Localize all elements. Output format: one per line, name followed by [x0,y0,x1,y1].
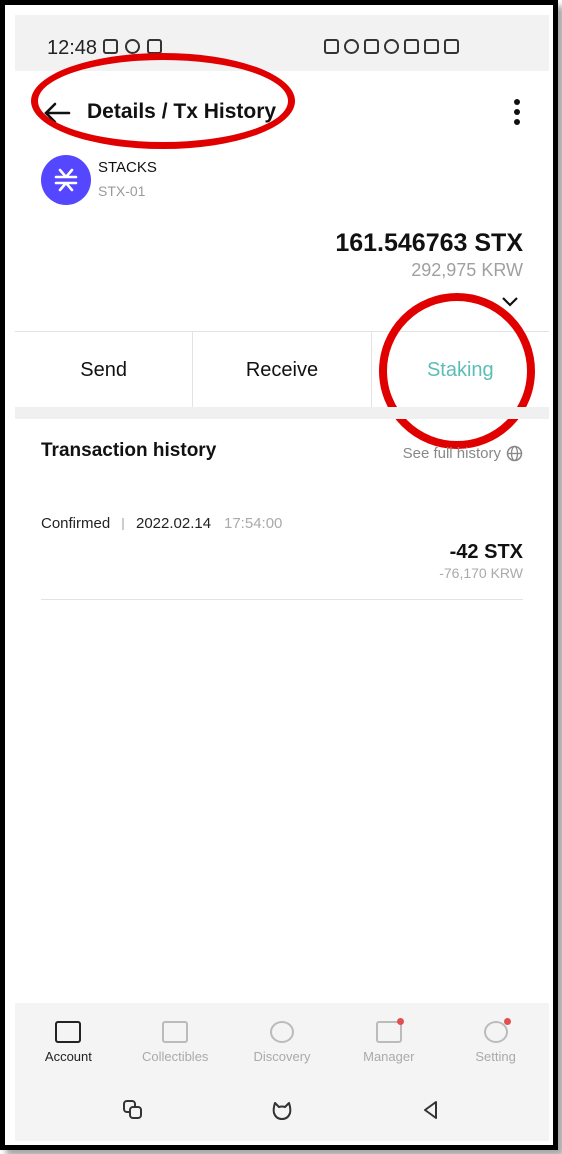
wallet-icon [55,1021,82,1043]
nav-account[interactable]: Account [15,1003,122,1081]
send-button[interactable]: Send [15,332,194,408]
home-icon[interactable] [271,1099,293,1121]
tx-status: Confirmed [41,515,111,532]
nav-manager[interactable]: Manager [335,1003,442,1081]
section-divider [15,407,549,419]
asset-balance: 161.546763 STX [335,229,523,257]
phone-screen: 12:48 Details / Tx History STACKS STX-01… [15,15,549,1141]
asset-symbol: STX-01 [98,183,146,199]
screenshot-frame: 12:48 Details / Tx History STACKS STX-01… [0,0,558,1150]
system-navigation-bar [15,1081,549,1141]
status-time: 12:48 [47,37,98,59]
signal-icon [424,39,439,54]
see-full-history-label: See full history [402,445,501,462]
transaction-row[interactable]: Confirmed 2022.02.14 17:54:00 -42 STX -7… [41,515,523,600]
nav-collectibles[interactable]: Collectibles [122,1003,229,1081]
annotation-circle-staking [379,293,535,449]
asset-fiat-value: 292,975 KRW [411,260,523,280]
globe-icon [506,445,523,462]
back-nav-icon[interactable] [420,1099,442,1121]
notification-icons [103,39,162,54]
notification-dot [397,1018,405,1025]
receive-button[interactable]: Receive [193,332,372,408]
stacks-logo-icon [41,155,91,205]
see-full-history-link[interactable]: See full history [403,445,523,462]
nav-account-label: Account [44,1049,92,1064]
battery-icon [444,39,459,54]
notification-dot [504,1018,512,1025]
nav-discovery[interactable]: Discovery [229,1003,336,1081]
hd-voice-icon [404,39,419,54]
annotation-circle-title [31,53,295,149]
tx-amount: -42 STX [449,541,523,563]
tx-date: 2022.02.14 [136,515,212,532]
transaction-history-title: Transaction history [41,440,217,461]
battery-saver-icon [324,39,339,54]
nav-setting[interactable]: Setting [442,1003,549,1081]
nav-manager-label: Manager [363,1049,415,1064]
tx-time: 17:54:00 [224,515,283,532]
divider [122,518,124,530]
camera-icon [147,39,162,54]
nav-setting-label: Setting [475,1049,516,1064]
wifi-icon [384,39,399,54]
planet-icon [269,1021,294,1043]
more-options-icon[interactable] [513,99,521,127]
gallery-icon [103,39,118,54]
alarm-icon [344,39,359,54]
gift-icon [162,1021,189,1043]
nav-discovery-label: Discovery [253,1049,311,1064]
nav-collectibles-label: Collectibles [141,1049,209,1064]
calendar-icon [125,39,140,54]
system-status-icons [324,39,459,54]
bottom-navigation: Account Collectibles Discovery Manager S… [15,1003,549,1081]
recent-apps-icon[interactable] [122,1099,144,1121]
tx-fiat: -76,170 KRW [439,565,523,581]
mute-icon [364,39,379,54]
gear-icon [483,1021,508,1043]
asset-name: STACKS [98,159,157,176]
